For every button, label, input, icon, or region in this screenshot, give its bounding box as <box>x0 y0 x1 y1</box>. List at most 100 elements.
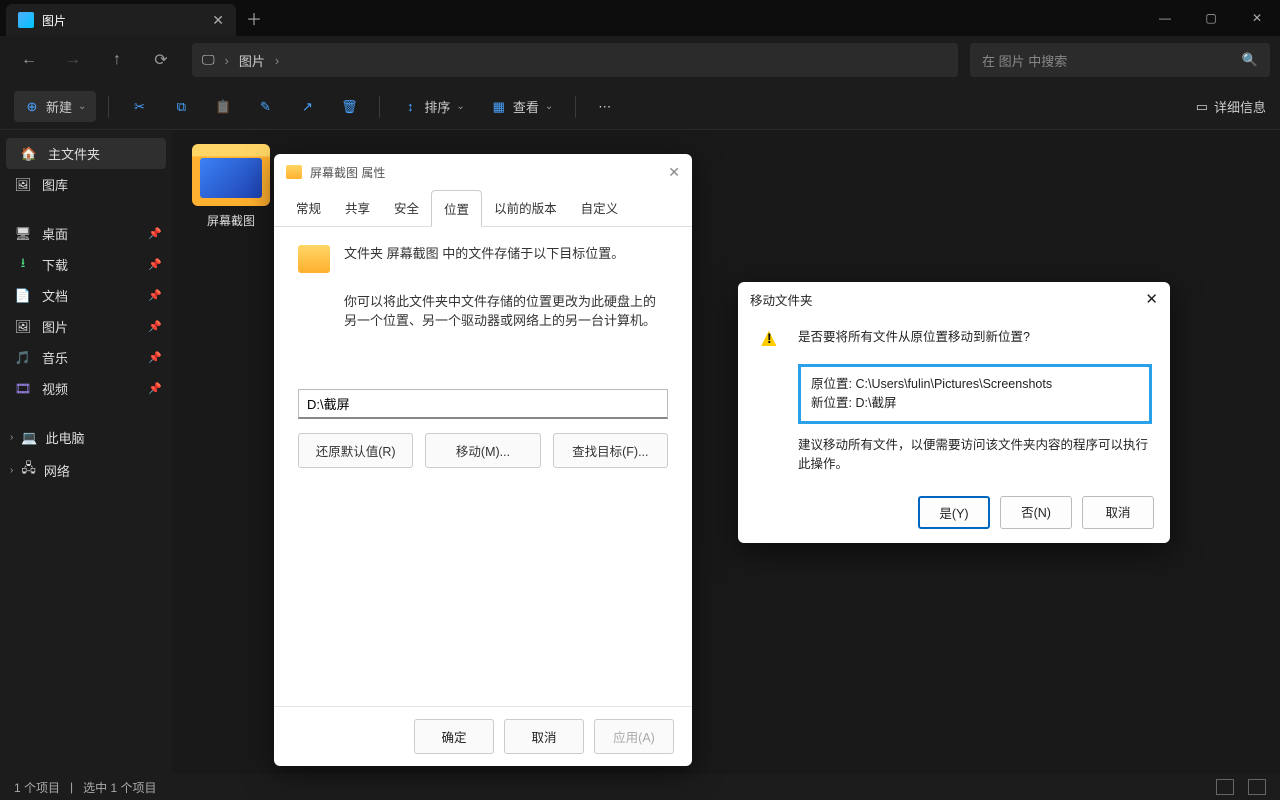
tab-sharing[interactable]: 共享 <box>333 190 382 226</box>
folder-icon <box>192 144 270 206</box>
breadcrumb-item[interactable]: 图片 <box>239 51 265 70</box>
delete-button[interactable]: 🗑 <box>331 93 367 121</box>
cut-button[interactable]: ✂ <box>121 93 157 121</box>
maximize-button[interactable]: ▢ <box>1188 0 1234 36</box>
copy-icon: ⧉ <box>173 99 189 115</box>
tab-general[interactable]: 常规 <box>284 190 333 226</box>
cut-icon: ✂ <box>131 99 147 115</box>
move-button[interactable]: 移动(M)... <box>425 433 540 468</box>
folder-icon <box>286 165 302 179</box>
pin-icon: 📌 <box>148 320 162 333</box>
yes-button[interactable]: 是(Y) <box>918 496 990 529</box>
close-window-button[interactable]: ✕ <box>1234 0 1280 36</box>
refresh-button[interactable]: ⟳ <box>142 43 180 77</box>
rename-button[interactable]: ✎ <box>247 93 283 121</box>
sort-button[interactable]: ↕ 排序 ⌄ <box>392 91 474 122</box>
document-icon: 📄 <box>14 287 32 305</box>
cancel-button[interactable]: 取消 <box>504 719 584 754</box>
sidebar-item-music[interactable]: 🎵音乐📌 <box>0 342 172 373</box>
search-input[interactable]: 在 图片 中搜索 🔍 <box>970 43 1270 77</box>
close-confirm-button[interactable]: ✕ <box>1145 290 1158 308</box>
tab-location[interactable]: 位置 <box>431 190 482 227</box>
apply-button[interactable]: 应用(A) <box>594 719 674 754</box>
old-path: C:\Users\fulin\Pictures\Screenshots <box>855 377 1052 391</box>
view-grid-button[interactable] <box>1248 779 1266 795</box>
view-button[interactable]: ▦ 查看 ⌄ <box>481 91 563 122</box>
confirm-advice: 建议移动所有文件，以便需要访问该文件夹内容的程序可以执行此操作。 <box>798 434 1152 472</box>
location-box: 原位置: C:\Users\fulin\Pictures\Screenshots… <box>798 364 1152 424</box>
copy-button[interactable]: ⧉ <box>163 93 199 121</box>
tab-customize[interactable]: 自定义 <box>569 190 631 226</box>
tab-previous-versions[interactable]: 以前的版本 <box>482 190 569 226</box>
back-button[interactable]: ← <box>10 43 48 77</box>
view-list-button[interactable] <box>1216 779 1234 795</box>
restore-default-button[interactable]: 还原默认值(R) <box>298 433 413 468</box>
video-icon: 🎞 <box>14 380 32 398</box>
sidebar-item-pictures[interactable]: 🖼图片📌 <box>0 311 172 342</box>
new-path: D:\截屏 <box>855 396 896 410</box>
network-icon: 🖧 <box>21 459 36 481</box>
desktop-icon: 🖥 <box>14 225 32 243</box>
trash-icon: 🗑 <box>341 99 357 115</box>
up-button[interactable]: ↑ <box>98 43 136 77</box>
tab-title: 图片 <box>42 12 204 29</box>
location-description-1: 文件夹 屏幕截图 中的文件存储于以下目标位置。 <box>344 243 624 262</box>
paste-icon: 📋 <box>215 99 231 115</box>
cancel-confirm-button[interactable]: 取消 <box>1082 496 1154 529</box>
confirm-title: 移动文件夹 <box>750 290 813 309</box>
close-tab-icon[interactable]: ✕ <box>212 12 224 29</box>
sidebar-item-home[interactable]: 🏠主文件夹 <box>6 138 166 169</box>
pictures-icon: 🖼 <box>14 318 32 336</box>
location-path-input[interactable] <box>298 389 668 419</box>
search-placeholder: 在 图片 中搜索 <box>982 51 1242 70</box>
selected-count: 选中 1 个项目 <box>83 779 156 796</box>
sidebar-item-videos[interactable]: 🎞视频📌 <box>0 373 172 404</box>
tab-security[interactable]: 安全 <box>382 190 431 226</box>
pin-icon: 📌 <box>148 289 162 302</box>
folder-item-screenshots[interactable]: 屏幕截图 <box>186 144 276 229</box>
minimize-button[interactable]: ― <box>1142 0 1188 36</box>
sidebar-item-network[interactable]: ›🖧网络 <box>0 453 172 487</box>
move-confirm-dialog: 移动文件夹 ✕ 是否要将所有文件从原位置移动到新位置? 原位置: C:\User… <box>738 282 1170 543</box>
chevron-right-icon: › <box>10 432 13 443</box>
new-tab-button[interactable]: ＋ <box>236 0 272 36</box>
address-bar[interactable]: 🖵 › 图片 › <box>192 43 958 77</box>
share-button[interactable]: ↗ <box>289 93 325 121</box>
pin-icon: 📌 <box>148 227 162 240</box>
chevron-down-icon: ⌄ <box>456 101 464 112</box>
window-tab[interactable]: 图片 ✕ <box>6 4 236 36</box>
rename-icon: ✎ <box>257 99 273 115</box>
forward-button[interactable]: → <box>54 43 92 77</box>
share-icon: ↗ <box>299 99 315 115</box>
status-divider: | <box>70 780 73 794</box>
monitor-icon: 🖵 <box>202 52 215 68</box>
item-count: 1 个项目 <box>14 779 60 796</box>
music-icon: 🎵 <box>14 349 32 367</box>
dialog-title: 屏幕截图 属性 <box>310 164 385 181</box>
chevron-right-icon: › <box>225 53 229 68</box>
more-icon: ⋯ <box>598 99 611 115</box>
sidebar-item-gallery[interactable]: 🖼图库 <box>0 169 172 200</box>
details-pane-button[interactable]: ▭ 详细信息 <box>1196 97 1266 116</box>
folder-icon <box>298 245 330 273</box>
no-button[interactable]: 否(N) <box>1000 496 1072 529</box>
pin-icon: 📌 <box>148 351 162 364</box>
chevron-right-icon: › <box>10 465 13 476</box>
sort-icon: ↕ <box>402 99 418 115</box>
ok-button[interactable]: 确定 <box>414 719 494 754</box>
close-dialog-button[interactable]: ✕ <box>668 164 680 181</box>
details-icon: ▭ <box>1196 99 1208 115</box>
folder-label: 屏幕截图 <box>207 212 255 229</box>
sidebar: 🏠主文件夹 🖼图库 🖥桌面📌 ⭳下载📌 📄文档📌 🖼图片📌 🎵音乐📌 🎞视频📌 … <box>0 130 172 774</box>
sidebar-item-desktop[interactable]: 🖥桌面📌 <box>0 218 172 249</box>
find-target-button[interactable]: 查找目标(F)... <box>553 433 668 468</box>
paste-button[interactable]: 📋 <box>205 93 241 121</box>
sidebar-item-thispc[interactable]: ›💻此电脑 <box>0 422 172 453</box>
sidebar-item-downloads[interactable]: ⭳下载📌 <box>0 249 172 280</box>
chevron-down-icon: ⌄ <box>78 101 86 112</box>
sidebar-item-documents[interactable]: 📄文档📌 <box>0 280 172 311</box>
more-button[interactable]: ⋯ <box>588 93 621 121</box>
plus-circle-icon: ⊕ <box>24 99 40 115</box>
status-bar: 1 个项目 | 选中 1 个项目 <box>0 774 1280 800</box>
new-button[interactable]: ⊕ 新建 ⌄ <box>14 91 96 122</box>
